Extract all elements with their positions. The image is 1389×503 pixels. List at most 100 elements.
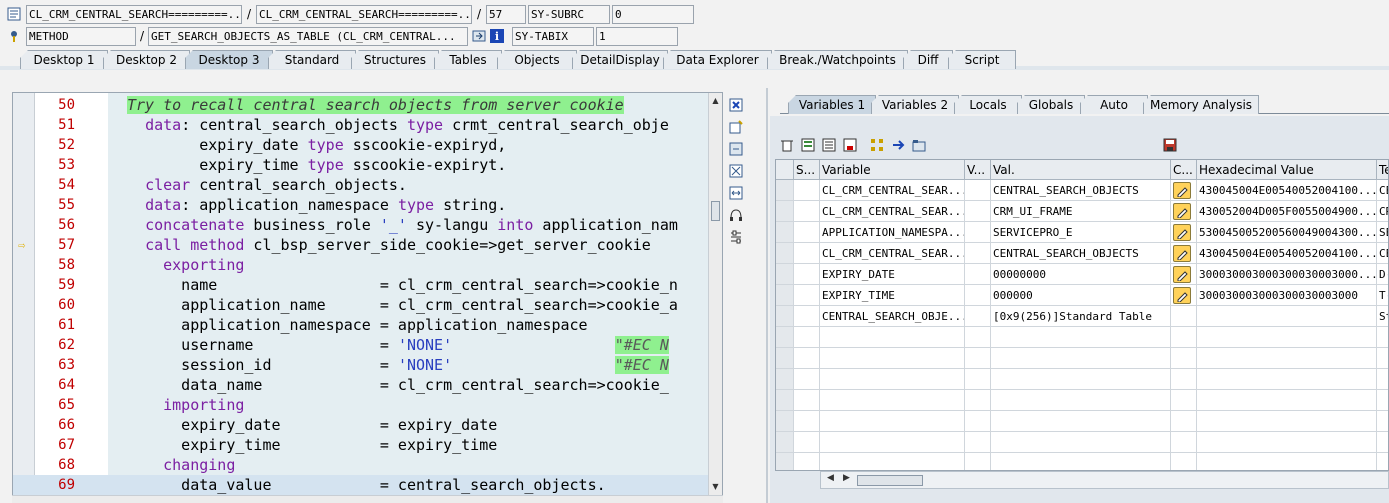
scroll-thumb[interactable] (857, 475, 923, 486)
cell-change[interactable] (1171, 390, 1197, 411)
cell-te[interactable]: SE (1377, 222, 1388, 243)
close-icon[interactable] (727, 94, 745, 116)
save-icon[interactable] (1161, 136, 1179, 154)
table-row[interactable]: EXPIRY_DATE 00000000 300030003000300030003… (776, 264, 1388, 285)
code-text[interactable]: changing (127, 455, 710, 475)
folder-icon[interactable] (910, 136, 928, 154)
cell-hex[interactable] (1197, 453, 1377, 470)
code-line[interactable]: 67 expiry_time = expiry_time (13, 435, 710, 455)
cell-change[interactable] (1171, 222, 1197, 243)
code-line[interactable]: 55 data: application_namespace type stri… (13, 195, 710, 215)
navigate-icon[interactable] (889, 136, 907, 154)
grid-horizontal-scrollbar[interactable]: ◀ ▶ (820, 471, 1389, 489)
code-line[interactable]: 62 username = 'NONE' "#EC N (13, 335, 710, 355)
code-text[interactable]: exporting (127, 255, 710, 275)
tab-globals[interactable]: Globals (1017, 95, 1085, 114)
tab-tables[interactable]: Tables (434, 50, 502, 69)
cell-value[interactable]: 000000 (991, 285, 1171, 306)
code-line[interactable]: 60 application_name = cl_crm_central_sea… (13, 295, 710, 315)
cell-variable[interactable]: APPLICATION_NAMESPA... (820, 222, 965, 243)
edit-pencil-icon[interactable] (1173, 203, 1191, 220)
cell-change[interactable] (1171, 348, 1197, 369)
cell-hex[interactable]: 300030003000300030003000 (1197, 285, 1377, 306)
tab-structures[interactable]: Structures (351, 50, 439, 69)
code-line[interactable]: 56 concatenate business_role '_' sy-lang… (13, 215, 710, 235)
table-row[interactable] (776, 369, 1388, 390)
event-field[interactable]: GET_SEARCH_OBJECTS_AS_TABLE (CL_CRM_CENT… (148, 26, 468, 46)
cell-hex[interactable] (1197, 369, 1377, 390)
switch-tool-icon[interactable] (727, 138, 745, 160)
header-scope[interactable]: S... (794, 160, 820, 180)
table-row[interactable] (776, 411, 1388, 432)
cell-change[interactable] (1171, 306, 1197, 327)
cell-hex[interactable] (1197, 411, 1377, 432)
cell-te[interactable]: CE (1377, 243, 1388, 264)
cell-variable[interactable] (820, 453, 965, 470)
code-line[interactable]: 65 importing (13, 395, 710, 415)
code-line[interactable]: 66 expiry_date = expiry_date (13, 415, 710, 435)
edit-pencil-icon[interactable] (1173, 224, 1191, 241)
code-text[interactable]: data: application_namespace type string. (127, 195, 710, 215)
edit-pencil-icon[interactable] (1173, 245, 1191, 262)
cell-hex[interactable] (1197, 327, 1377, 348)
cell-variable[interactable]: CL_CRM_CENTRAL_SEAR... (820, 201, 965, 222)
cell-value[interactable]: CENTRAL_SEARCH_OBJECTS (991, 243, 1171, 264)
scroll-right-icon[interactable]: ▶ (843, 473, 850, 483)
cell-value[interactable]: CRM_UI_FRAME (991, 201, 1171, 222)
cell-change[interactable] (1171, 243, 1197, 264)
cell-variable[interactable] (820, 369, 965, 390)
header-technical-type[interactable]: Te (1377, 160, 1388, 180)
cell-te[interactable] (1377, 327, 1388, 348)
cell-value[interactable] (991, 432, 1171, 453)
cell-variable[interactable] (820, 390, 965, 411)
tab-auto[interactable]: Auto (1080, 95, 1148, 114)
source-vertical-scrollbar[interactable]: ▲ ▼ (708, 93, 722, 495)
list-icon[interactable] (820, 136, 838, 154)
edit-pencil-icon[interactable] (1173, 182, 1191, 199)
cell-te[interactable] (1377, 348, 1388, 369)
cell-value[interactable] (991, 453, 1171, 470)
code-text[interactable]: expiry_date = expiry_date (127, 415, 710, 435)
edit-pencil-icon[interactable] (1173, 287, 1191, 304)
source-horizontal-scrollbar[interactable] (12, 495, 723, 503)
table-row[interactable]: APPLICATION_NAMESPA... SERVICEPRO_E 530045… (776, 222, 1388, 243)
cell-te[interactable]: T( (1377, 285, 1388, 306)
cell-te[interactable]: D( (1377, 264, 1388, 285)
code-line[interactable]: 50 Try to recall central search objects f… (13, 95, 710, 115)
cell-variable[interactable]: EXPIRY_DATE (820, 264, 965, 285)
tab-locals[interactable]: Locals (954, 95, 1022, 114)
cell-te[interactable] (1377, 369, 1388, 390)
tab-data-explorer[interactable]: Data Explorer (663, 50, 772, 69)
cell-te[interactable]: St (1377, 306, 1388, 327)
new-tool-icon[interactable] (727, 116, 745, 138)
include-field[interactable]: CL_CRM_CENTRAL_SEARCH=========... (256, 4, 472, 24)
cell-change[interactable] (1171, 453, 1197, 470)
table-row[interactable] (776, 348, 1388, 369)
tab-desktop-1[interactable]: Desktop 1 (20, 50, 108, 69)
table-row[interactable]: CL_CRM_CENTRAL_SEAR... CRM_UI_FRAME 430052… (776, 201, 1388, 222)
tab-detaildisplay[interactable]: DetailDisplay (572, 50, 668, 69)
cell-variable[interactable]: CENTRAL_SEARCH_OBJE... (820, 306, 965, 327)
detail-icon[interactable] (799, 136, 817, 154)
table-row[interactable]: CL_CRM_CENTRAL_SEAR... CENTRAL_SEARCH_OBJ… (776, 180, 1388, 201)
code-line[interactable]: 51 data: central_search_objects type crm… (13, 115, 710, 135)
sysfield-name[interactable]: SY-TABIX (512, 26, 594, 46)
cell-variable[interactable]: CL_CRM_CENTRAL_SEAR... (820, 243, 965, 264)
cell-change[interactable] (1171, 411, 1197, 432)
cell-hex[interactable]: 300030003000300030003000... (1197, 264, 1377, 285)
cell-value[interactable] (991, 327, 1171, 348)
cell-variable[interactable] (820, 327, 965, 348)
code-line[interactable]: ⇨ 57 call method cl_bsp_server_side_cooki… (13, 235, 710, 255)
cell-change[interactable] (1171, 264, 1197, 285)
code-text[interactable]: call method cl_bsp_server_side_cookie=>g… (127, 235, 710, 255)
code-text[interactable]: name = cl_crm_central_search=>cookie_n (127, 275, 710, 295)
scroll-left-icon[interactable]: ◀ (827, 473, 834, 483)
cell-value[interactable] (991, 369, 1171, 390)
cell-variable[interactable]: EXPIRY_TIME (820, 285, 965, 306)
cell-te[interactable]: CR (1377, 201, 1388, 222)
tab-desktop-2[interactable]: Desktop 2 (103, 50, 190, 69)
scroll-down-icon[interactable]: ▼ (709, 481, 722, 493)
code-line[interactable]: 54 clear central_search_objects. (13, 175, 710, 195)
cell-change[interactable] (1171, 327, 1197, 348)
navigate-icon[interactable] (471, 28, 487, 44)
